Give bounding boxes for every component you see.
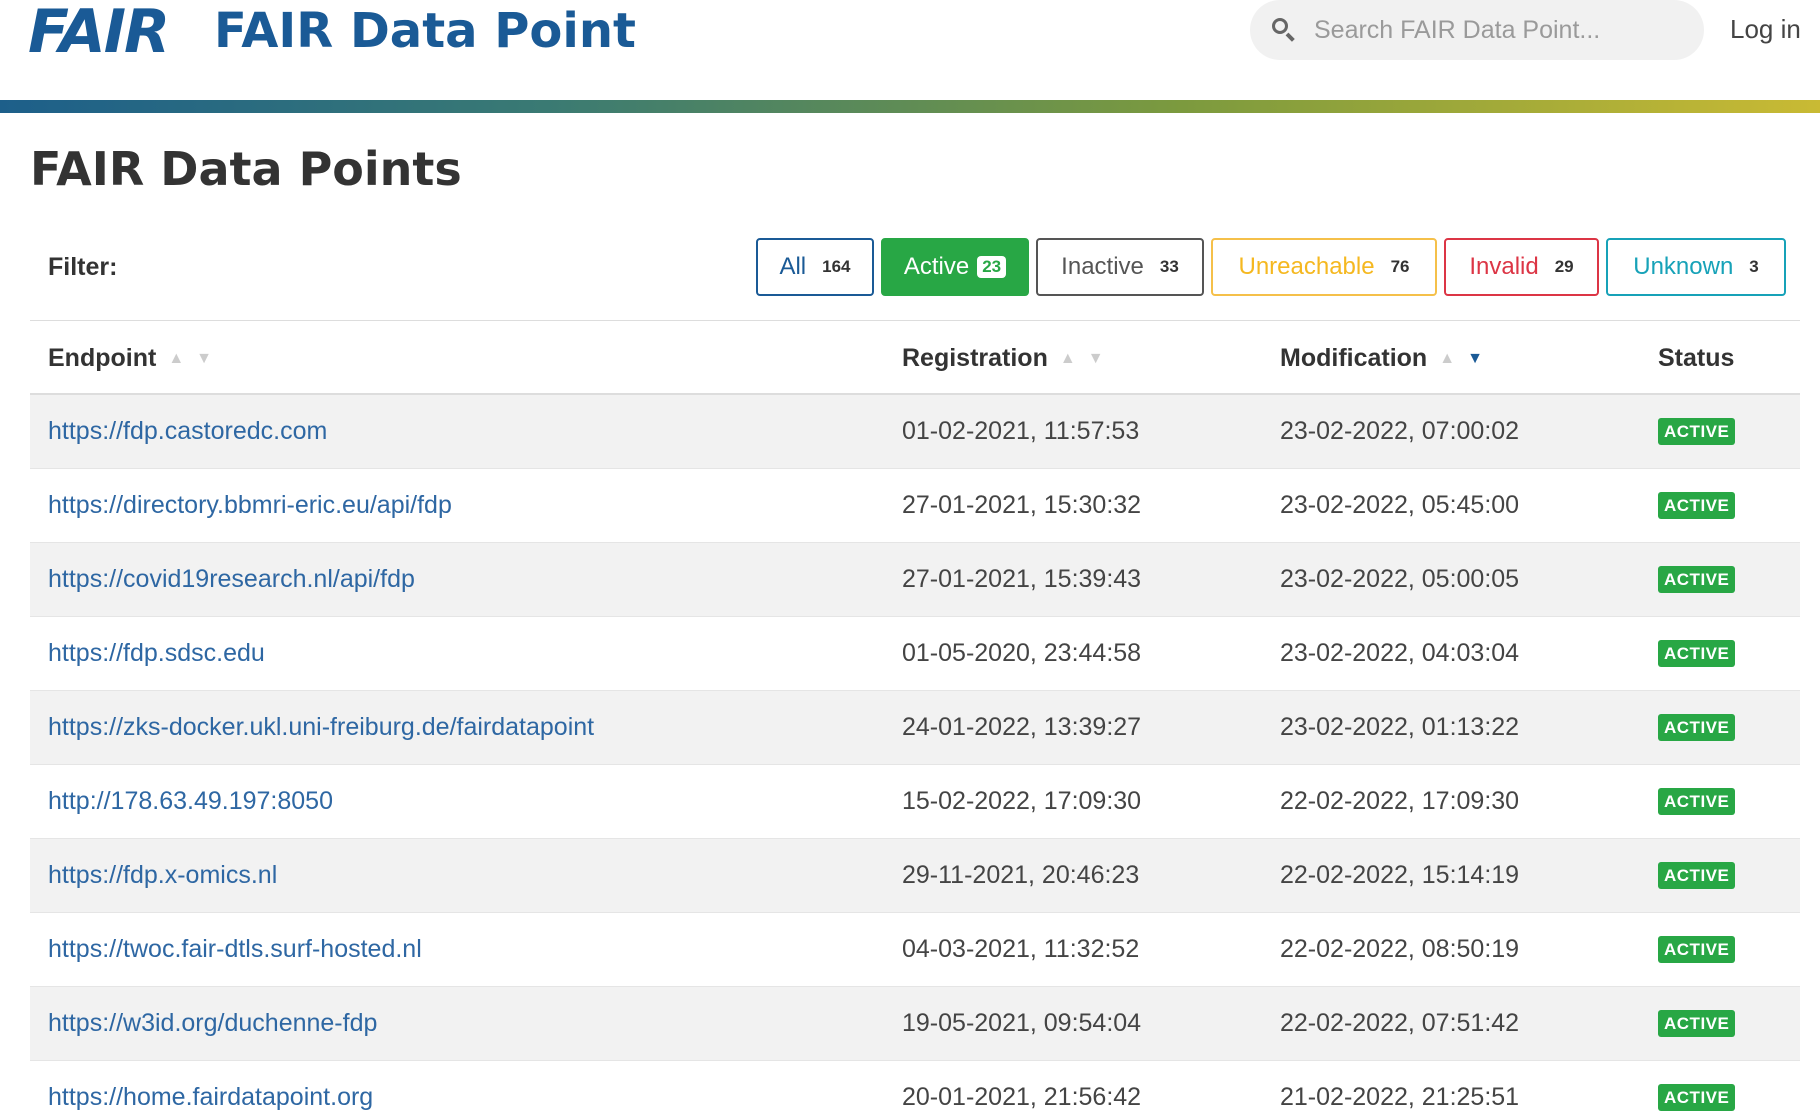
modification-date: 22-02-2022, 07:51:42 [1280, 1009, 1520, 1037]
column-status: Status [1658, 344, 1734, 373]
registration-date: 24-01-2022, 13:39:27 [902, 713, 1142, 741]
status-badge: ACTIVE [1658, 935, 1736, 963]
table-row: https://zks-docker.ukl.uni-freiburg.de/f… [30, 691, 1800, 765]
search-input[interactable] [1314, 15, 1694, 45]
status-badge: ACTIVE [1658, 1083, 1736, 1111]
modification-date: 22-02-2022, 17:09:30 [1280, 787, 1520, 815]
search-box[interactable] [1250, 0, 1704, 60]
column-endpoint[interactable]: Endpoint ▲▼ [48, 344, 224, 373]
filter-inactive-button[interactable]: Inactive 33 [1036, 238, 1204, 296]
endpoint-link[interactable]: https://zks-docker.ukl.uni-freiburg.de/f… [48, 713, 594, 742]
modification-date: 23-02-2022, 05:00:05 [1280, 565, 1520, 593]
status-badge: ACTIVE [1658, 1009, 1736, 1037]
registration-date: 15-02-2022, 17:09:30 [902, 787, 1142, 815]
status-badge: ACTIVE [1658, 491, 1736, 519]
column-label: Status [1658, 344, 1735, 372]
filter-count: 23 [977, 256, 1007, 278]
endpoint-link[interactable]: https://covid19research.nl/api/fdp [48, 565, 415, 594]
registration-date: 04-03-2021, 11:32:52 [902, 935, 1140, 963]
endpoint-link[interactable]: https://twoc.fair-dtls.surf-hosted.nl [48, 935, 422, 964]
modification-date: 22-02-2022, 15:14:19 [1280, 861, 1520, 889]
login-link[interactable]: Log in [1730, 14, 1801, 45]
column-label: Modification [1280, 344, 1428, 372]
modification-date: 21-02-2022, 21:25:51 [1280, 1083, 1520, 1111]
filter-all-button[interactable]: All 164 [756, 238, 874, 296]
status-badge: ACTIVE [1658, 417, 1736, 445]
filter-label-text: Inactive [1061, 253, 1144, 280]
endpoint-link[interactable]: https://fdp.castoredc.com [48, 417, 327, 446]
endpoint-link[interactable]: http://178.63.49.197:8050 [48, 787, 333, 816]
filter-unreachable-button[interactable]: Unreachable 76 [1211, 238, 1437, 296]
registration-date: 29-11-2021, 20:46:23 [902, 861, 1140, 889]
status-badge: ACTIVE [1658, 787, 1736, 815]
top-header: FAIR FAIR Data Point Log in [0, 0, 1820, 113]
registration-date: 27-01-2021, 15:30:32 [902, 491, 1142, 519]
filter-count: 3 [1749, 257, 1759, 276]
table-row: https://fdp.sdsc.edu 01-05-2020, 23:44:58… [30, 617, 1800, 691]
column-label: Endpoint [48, 344, 157, 372]
page-title: FAIR Data Points [30, 142, 462, 196]
registration-date: 01-02-2021, 11:57:53 [902, 417, 1140, 445]
filter-count: 33 [1159, 257, 1179, 276]
sort-desc-active-icon[interactable]: ▲▼ [1439, 350, 1495, 368]
filter-unknown-button[interactable]: Unknown 3 [1606, 238, 1786, 296]
filter-buttons: All 164 Active 23 Inactive 33 Unreachable 76… [756, 238, 1786, 296]
table-row: https://covid19research.nl/api/fdp 27-01-… [30, 543, 1800, 617]
modification-date: 22-02-2022, 08:50:19 [1280, 935, 1520, 963]
table-row: https://twoc.fair-dtls.surf-hosted.nl 04-… [30, 913, 1800, 987]
sort-arrows-icon[interactable]: ▲▼ [168, 350, 224, 368]
status-badge: ACTIVE [1658, 713, 1736, 741]
filter-active-button[interactable]: Active 23 [881, 238, 1029, 296]
filter-label-text: Invalid [1469, 253, 1539, 280]
status-badge: ACTIVE [1658, 861, 1736, 889]
brand-title[interactable]: FAIR Data Point [214, 6, 636, 56]
endpoint-link[interactable]: https://home.fairdatapoint.org [48, 1083, 373, 1112]
table-row: https://home.fairdatapoint.org 20-01-2021… [30, 1061, 1800, 1120]
table-row: https://fdp.castoredc.com 01-02-2021, 11:… [30, 395, 1800, 469]
table-row: http://178.63.49.197:8050 15-02-2022, 17:… [30, 765, 1800, 839]
filter-divider [30, 320, 1800, 321]
filter-count: 76 [1390, 257, 1410, 276]
table-row: https://fdp.x-omics.nl 29-11-2021, 20:46:… [30, 839, 1800, 913]
table-row: https://w3id.org/duchenne-fdp 19-05-2021,… [30, 987, 1800, 1061]
registration-date: 27-01-2021, 15:39:43 [902, 565, 1142, 593]
status-badge: ACTIVE [1658, 639, 1736, 667]
modification-date: 23-02-2022, 07:00:02 [1280, 417, 1520, 445]
fair-logo[interactable]: FAIR [28, 2, 170, 62]
filter-count: 29 [1554, 257, 1574, 276]
filter-label-text: Active [903, 253, 970, 280]
filter-invalid-button[interactable]: Invalid 29 [1444, 238, 1599, 296]
registration-date: 20-01-2021, 21:56:42 [902, 1083, 1142, 1111]
table-header: Endpoint ▲▼ Registration ▲▼ Modification ▲▼… [30, 324, 1800, 395]
filter-label: Filter: [48, 253, 118, 281]
table-body: https://fdp.castoredc.com 01-02-2021, 11:… [30, 395, 1800, 1120]
filter-label-text: Unreachable [1238, 253, 1375, 280]
endpoint-link[interactable]: https://directory.bbmri-eric.eu/api/fdp [48, 491, 452, 520]
column-modification[interactable]: Modification ▲▼ [1280, 344, 1495, 373]
column-registration[interactable]: Registration ▲▼ [902, 344, 1116, 373]
column-label: Registration [902, 344, 1048, 372]
modification-date: 23-02-2022, 05:45:00 [1280, 491, 1520, 519]
endpoint-link[interactable]: https://fdp.x-omics.nl [48, 861, 277, 890]
modification-date: 23-02-2022, 01:13:22 [1280, 713, 1520, 741]
registration-date: 19-05-2021, 09:54:04 [902, 1009, 1142, 1037]
filter-label-text: Unknown [1633, 253, 1734, 280]
filter-count: 164 [822, 257, 851, 276]
modification-date: 23-02-2022, 04:03:04 [1280, 639, 1520, 667]
filter-label-text: All [779, 253, 807, 280]
search-icon [1268, 14, 1300, 46]
endpoint-link[interactable]: https://fdp.sdsc.edu [48, 639, 265, 668]
registration-date: 01-05-2020, 23:44:58 [902, 639, 1142, 667]
sort-arrows-icon[interactable]: ▲▼ [1060, 350, 1116, 368]
header-gradient-bar [0, 100, 1820, 113]
fdp-table: Endpoint ▲▼ Registration ▲▼ Modification ▲▼… [30, 324, 1800, 1120]
status-badge: ACTIVE [1658, 565, 1736, 593]
table-row: https://directory.bbmri-eric.eu/api/fdp 2… [30, 469, 1800, 543]
endpoint-link[interactable]: https://w3id.org/duchenne-fdp [48, 1009, 377, 1038]
